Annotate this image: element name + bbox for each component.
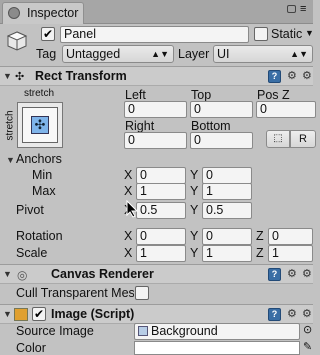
help-book-icon[interactable]: ? (268, 268, 281, 281)
rot-x-label: X (124, 229, 133, 243)
tag-dropdown[interactable]: Untagged ▲▼ (62, 45, 174, 63)
min-x-field[interactable]: 0 (136, 167, 186, 184)
inspector-tab-icon (8, 7, 20, 19)
help-book-icon[interactable]: ? (268, 70, 281, 83)
scale-label: Scale (16, 246, 48, 260)
anchor-preset-center-icon: ✣ (31, 116, 49, 134)
help-book-icon[interactable]: ? (268, 308, 281, 321)
scale-y-field[interactable]: 1 (202, 245, 252, 262)
min-y-field[interactable]: 0 (202, 167, 252, 184)
scale-x-field[interactable]: 1 (136, 245, 186, 262)
image-script-header[interactable]: ▼ ✔ Image (Script) ? ⚙ ⚙ (0, 304, 313, 324)
scale-x-label: X (124, 246, 133, 260)
image-enabled-checkbox[interactable]: ✔ (32, 307, 46, 321)
rot-y-field[interactable]: 0 (202, 228, 252, 245)
eyedropper-icon[interactable]: ✎ (303, 340, 312, 353)
settings-gear-icon[interactable]: ⚙ (302, 267, 312, 280)
max-y-label: Y (190, 184, 199, 198)
raw-edit-button[interactable]: R (290, 130, 316, 148)
raw-edit-label: R (299, 133, 307, 145)
anchors-foldout-icon[interactable]: ▼ (6, 155, 15, 165)
scale-y-label: Y (190, 246, 199, 260)
tag-label: Tag (36, 47, 57, 61)
right-label: Right (125, 119, 155, 133)
max-x-field[interactable]: 1 (136, 183, 186, 200)
foldout-arrow-icon[interactable]: ▼ (3, 309, 12, 319)
left-label: Left (125, 88, 146, 102)
left-field[interactable]: 0 (124, 101, 187, 118)
max-label: Max (32, 184, 56, 198)
static-dropdown-icon[interactable]: ▼ (305, 28, 314, 38)
foldout-arrow-icon[interactable]: ▼ (3, 269, 12, 279)
layer-label: Layer (178, 47, 210, 61)
canvas-renderer-icon: ◎ (17, 268, 28, 282)
canvas-renderer-header[interactable]: ▼ ◎ Canvas Renderer ? ⚙ ⚙ (0, 264, 313, 284)
foldout-arrow-icon[interactable]: ▼ (3, 71, 12, 81)
source-image-value: Background (151, 324, 218, 338)
rot-y-label: Y (190, 229, 199, 243)
rot-z-label: Z (256, 229, 264, 243)
max-y-field[interactable]: 1 (202, 183, 252, 200)
cull-label: Cull Transparent Mesh (16, 286, 134, 300)
image-component-icon (14, 308, 28, 321)
static-checkbox[interactable] (254, 27, 268, 41)
inspector-tab-label: Inspector (27, 6, 79, 20)
right-field[interactable]: 0 (124, 132, 187, 149)
bottom-label: Bottom (191, 119, 231, 133)
image-script-title: Image (Script) (51, 307, 135, 321)
pivot-y-label: Y (190, 203, 199, 217)
source-image-field[interactable]: Background (134, 323, 300, 340)
anchors-label[interactable]: Anchors (16, 152, 62, 166)
presets-icon[interactable]: ⚙ (287, 307, 297, 320)
inspector-tab[interactable]: Inspector (2, 2, 84, 24)
posz-field[interactable]: 0 (256, 101, 316, 118)
active-checkbox[interactable]: ✔ (41, 27, 55, 41)
settings-gear-icon[interactable]: ⚙ (302, 69, 312, 82)
rect-transform-title: Rect Transform (35, 69, 127, 83)
color-swatch[interactable] (134, 341, 300, 355)
layer-dropdown[interactable]: UI ▲▼ (213, 45, 313, 63)
blueprint-mode-button[interactable]: ⬚ (266, 130, 290, 148)
rot-z-field[interactable]: 0 (268, 228, 313, 245)
static-label: Static (271, 27, 303, 41)
min-label: Min (32, 168, 53, 182)
top-label: Top (191, 88, 212, 102)
scale-z-label: Z (256, 246, 264, 260)
max-x-label: X (124, 184, 133, 198)
min-x-label: X (124, 168, 133, 182)
chevron-down-icon: ▲▼ (290, 49, 308, 59)
name-field[interactable]: Panel (60, 26, 249, 43)
anchor-preset-side-label: stretch (4, 110, 16, 141)
sprite-icon (138, 326, 148, 336)
tag-value: Untagged (66, 47, 121, 61)
lock-icon[interactable] (287, 5, 296, 13)
tab-menu-icon[interactable]: ≡ (300, 3, 306, 15)
top-field[interactable]: 0 (190, 101, 253, 118)
object-picker-icon[interactable]: ⊙ (303, 323, 312, 336)
rect-transform-header[interactable]: ▼ ✣ Rect Transform ? ⚙ ⚙ (0, 66, 313, 86)
pivot-label: Pivot (16, 203, 44, 217)
pivot-y-field[interactable]: 0.5 (202, 202, 252, 219)
rect-transform-icon: ✣ (15, 71, 25, 83)
settings-gear-icon[interactable]: ⚙ (302, 307, 312, 320)
scale-z-field[interactable]: 1 (268, 245, 313, 262)
color-label: Color (16, 341, 46, 355)
source-image-label: Source Image (16, 324, 94, 338)
rot-x-field[interactable]: 0 (136, 228, 186, 245)
posz-label: Pos Z (257, 88, 290, 102)
presets-icon[interactable]: ⚙ (287, 267, 297, 280)
cull-checkbox[interactable] (135, 286, 149, 300)
rotation-label: Rotation (16, 229, 63, 243)
anchor-preset-top-label: stretch (24, 88, 55, 99)
presets-icon[interactable]: ⚙ (287, 69, 297, 82)
pivot-x-field[interactable]: 0.5 (136, 202, 186, 219)
chevron-down-icon: ▲▼ (151, 49, 169, 59)
canvas-renderer-title: Canvas Renderer (51, 267, 154, 281)
anchor-presets-button[interactable]: ✣ (17, 102, 63, 148)
layer-value: UI (217, 47, 230, 61)
min-y-label: Y (190, 168, 199, 182)
bottom-field[interactable]: 0 (190, 132, 253, 149)
gameobject-icon (6, 30, 28, 52)
mouse-cursor-icon (126, 200, 138, 218)
